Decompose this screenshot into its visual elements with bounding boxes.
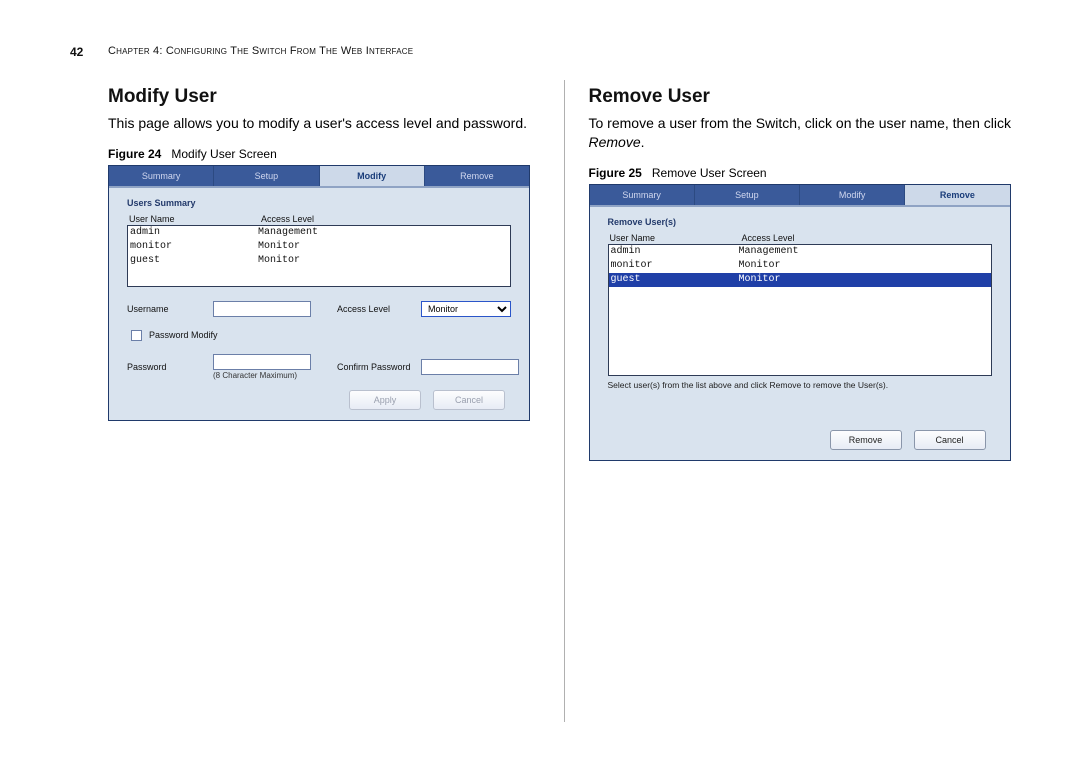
remove-users-heading: Remove User(s) bbox=[608, 217, 992, 227]
page-number: 42 bbox=[70, 45, 83, 59]
user-name-cell: monitor bbox=[130, 240, 258, 254]
remove-tabs: Summary Setup Modify Remove bbox=[590, 185, 1010, 205]
modify-form: Username Access Level Monitor Password M… bbox=[127, 301, 511, 380]
chapter-title: Chapter 4: Configuring The Switch From T… bbox=[108, 45, 413, 57]
remove-user-panel: Summary Setup Modify Remove Remove User(… bbox=[589, 184, 1011, 461]
username-input[interactable] bbox=[213, 301, 311, 317]
modify-user-panel: Summary Setup Modify Remove Users Summar… bbox=[108, 165, 530, 421]
user-level-cell: Monitor bbox=[258, 240, 508, 254]
col-accesslevel: Access Level bbox=[740, 233, 992, 243]
user-level-cell: Management bbox=[739, 245, 989, 259]
modify-tabs: Summary Setup Modify Remove bbox=[109, 166, 529, 186]
tab-remove[interactable]: Remove bbox=[905, 185, 1009, 205]
tab-summary[interactable]: Summary bbox=[590, 185, 695, 205]
password-charmax-note: (8 Character Maximum) bbox=[213, 371, 297, 380]
section-title-remove-user: Remove User bbox=[589, 86, 1021, 108]
user-row[interactable]: monitor Monitor bbox=[128, 240, 510, 254]
tab-modify[interactable]: Modify bbox=[320, 166, 425, 186]
section-title-modify-user: Modify User bbox=[108, 86, 540, 108]
cancel-button[interactable]: Cancel bbox=[914, 430, 986, 450]
figure-label-25: Figure 25 bbox=[589, 166, 642, 180]
column-divider bbox=[564, 80, 565, 722]
figure-title-24: Modify User Screen bbox=[171, 147, 276, 161]
confirm-password-label: Confirm Password bbox=[337, 362, 417, 372]
user-name-cell: guest bbox=[611, 273, 739, 287]
remove-text-a: To remove a user from the Switch, click … bbox=[589, 115, 1012, 131]
remove-text-b: Remove bbox=[589, 134, 641, 150]
remove-button[interactable]: Remove bbox=[830, 430, 902, 450]
tab-summary[interactable]: Summary bbox=[109, 166, 214, 186]
user-row[interactable]: admin Management bbox=[609, 245, 991, 259]
user-level-cell: Monitor bbox=[739, 259, 989, 273]
figure-label-24: Figure 24 bbox=[108, 147, 161, 161]
user-table-headers: User Name Access Level bbox=[127, 214, 511, 224]
tab-setup[interactable]: Setup bbox=[695, 185, 800, 205]
cancel-button[interactable]: Cancel bbox=[433, 390, 505, 410]
user-level-cell: Monitor bbox=[739, 273, 989, 287]
figure-caption-24: Figure 24 Modify User Screen bbox=[108, 147, 540, 161]
access-level-select[interactable]: Monitor bbox=[421, 301, 511, 317]
apply-button[interactable]: Apply bbox=[349, 390, 421, 410]
tab-modify[interactable]: Modify bbox=[800, 185, 905, 205]
password-modify-checkbox[interactable] bbox=[131, 330, 142, 341]
section-text-remove-user: To remove a user from the Switch, click … bbox=[589, 114, 1021, 152]
remove-text-c: . bbox=[641, 134, 645, 150]
user-list[interactable]: admin Management monitor Monitor guest M… bbox=[127, 225, 511, 287]
confirm-password-input[interactable] bbox=[421, 359, 519, 375]
user-name-cell: admin bbox=[611, 245, 739, 259]
user-level-cell: Management bbox=[258, 226, 508, 240]
tab-remove[interactable]: Remove bbox=[425, 166, 529, 186]
section-text-modify-user: This page allows you to modify a user's … bbox=[108, 114, 540, 133]
user-row[interactable]: admin Management bbox=[128, 226, 510, 240]
remove-table-headers: User Name Access Level bbox=[608, 233, 992, 243]
remove-user-list[interactable]: admin Management monitor Monitor guest M… bbox=[608, 244, 992, 376]
tab-setup[interactable]: Setup bbox=[214, 166, 319, 186]
users-summary-heading: Users Summary bbox=[127, 198, 511, 208]
user-row[interactable]: monitor Monitor bbox=[609, 259, 991, 273]
col-accesslevel: Access Level bbox=[259, 214, 511, 224]
user-row[interactable]: guest Monitor bbox=[128, 254, 510, 268]
col-username: User Name bbox=[608, 233, 740, 243]
user-level-cell: Monitor bbox=[258, 254, 508, 268]
remove-hint: Select user(s) from the list above and c… bbox=[608, 380, 992, 390]
col-username: User Name bbox=[127, 214, 259, 224]
user-row-selected[interactable]: guest Monitor bbox=[609, 273, 991, 287]
password-label: Password bbox=[127, 362, 209, 372]
user-name-cell: monitor bbox=[611, 259, 739, 273]
figure-title-25: Remove User Screen bbox=[652, 166, 767, 180]
user-name-cell: admin bbox=[130, 226, 258, 240]
user-name-cell: guest bbox=[130, 254, 258, 268]
password-input[interactable] bbox=[213, 354, 311, 370]
password-modify-label: Password Modify bbox=[149, 330, 218, 340]
figure-caption-25: Figure 25 Remove User Screen bbox=[589, 166, 1021, 180]
access-level-label: Access Level bbox=[337, 304, 417, 314]
username-label: Username bbox=[127, 304, 209, 314]
